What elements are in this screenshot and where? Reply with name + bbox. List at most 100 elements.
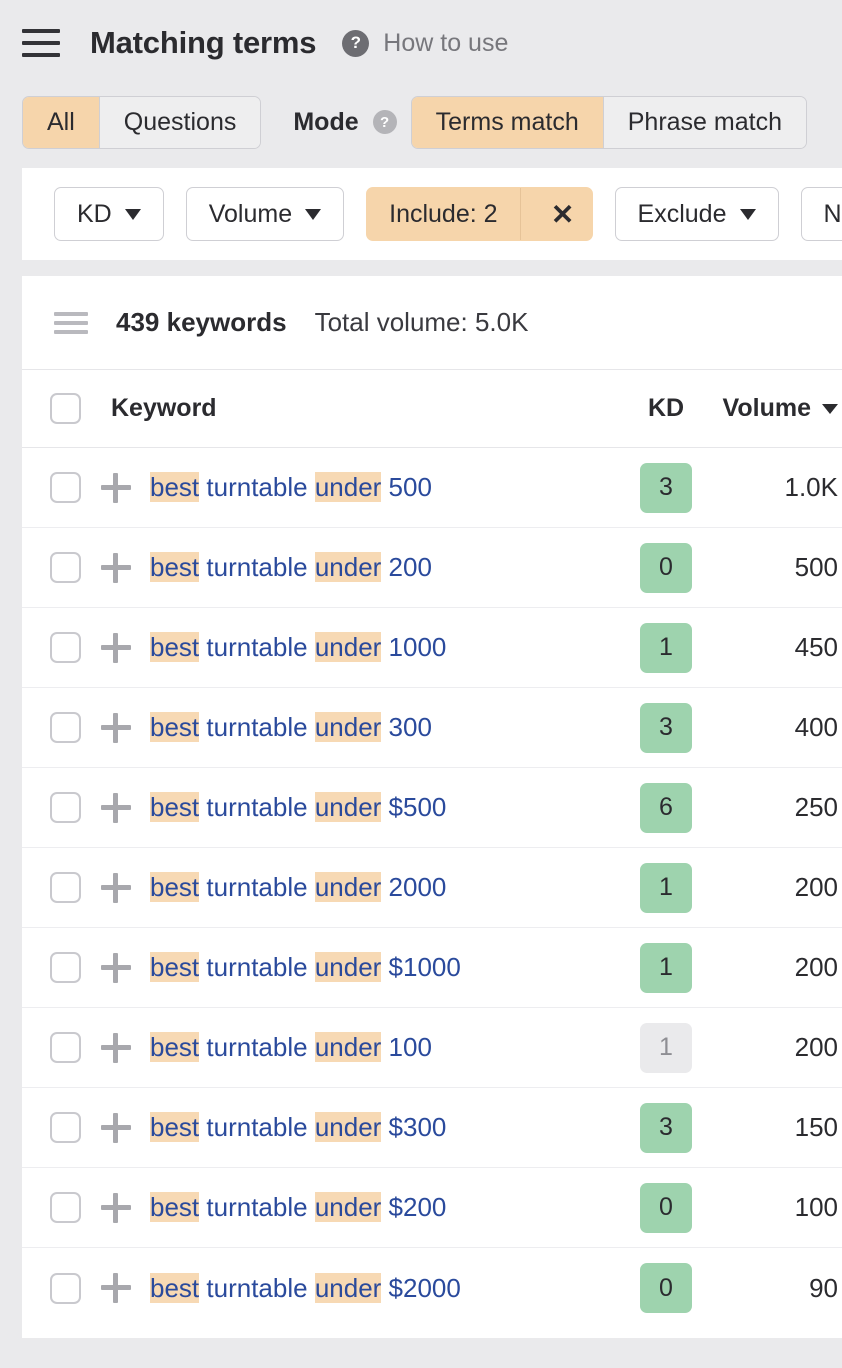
table-row[interactable]: best turntable under $2000090 — [22, 1248, 842, 1328]
volume-cell: 500 — [712, 552, 842, 583]
table-body: best turntable under 50031.0Kbest turnta… — [22, 448, 842, 1328]
add-keyword-plus-icon[interactable] — [101, 953, 131, 983]
tab-terms-match[interactable]: Terms match — [412, 97, 604, 148]
close-x-icon[interactable]: ✕ — [534, 188, 592, 240]
kd-badge: 3 — [640, 703, 692, 753]
keyword-highlight: best — [150, 792, 199, 822]
column-header-volume-label: Volume — [723, 394, 811, 423]
filter-include-chip[interactable]: Include: 2 ✕ — [366, 187, 592, 241]
add-keyword-plus-icon[interactable] — [101, 633, 131, 663]
table-row[interactable]: best turntable under $5006250 — [22, 768, 842, 848]
table-row[interactable]: best turntable under 2000500 — [22, 528, 842, 608]
keyword-highlight: under — [315, 472, 382, 502]
kd-badge: 1 — [640, 623, 692, 673]
keyword-link[interactable]: best turntable under $2000 — [150, 1273, 620, 1304]
keyword-link[interactable]: best turntable under 200 — [150, 552, 620, 583]
keywords-panel: 439 keywords Total volume: 5.0K Keyword … — [22, 276, 842, 1338]
row-checkbox[interactable] — [50, 952, 81, 983]
volume-cell: 200 — [712, 952, 842, 983]
add-keyword-plus-icon[interactable] — [101, 1033, 131, 1063]
keyword-highlight: under — [315, 552, 382, 582]
kd-badge: 0 — [640, 1183, 692, 1233]
table-row[interactable]: best turntable under 3003400 — [22, 688, 842, 768]
tab-all[interactable]: All — [23, 97, 100, 148]
add-keyword-plus-icon[interactable] — [101, 1113, 131, 1143]
select-all-checkbox[interactable] — [50, 393, 81, 424]
keyword-highlight: best — [150, 1112, 199, 1142]
keyword-highlight: under — [315, 1032, 382, 1062]
panel-summary-bar: 439 keywords Total volume: 5.0K — [22, 276, 842, 370]
table-row[interactable]: best turntable under $2000100 — [22, 1168, 842, 1248]
add-keyword-plus-icon[interactable] — [101, 1273, 131, 1303]
row-checkbox[interactable] — [50, 1112, 81, 1143]
table-row[interactable]: best turntable under $10001200 — [22, 928, 842, 1008]
keyword-text — [308, 1192, 315, 1222]
add-keyword-plus-icon[interactable] — [101, 1193, 131, 1223]
keyword-link[interactable]: best turntable under 100 — [150, 1032, 620, 1063]
tab-mode-bar: All Questions Mode ? Terms match Phrase … — [0, 86, 842, 158]
add-keyword-plus-icon[interactable] — [101, 473, 131, 503]
table-row[interactable]: best turntable under 20001200 — [22, 848, 842, 928]
table-row[interactable]: best turntable under 50031.0K — [22, 448, 842, 528]
row-checkbox[interactable] — [50, 552, 81, 583]
keyword-text — [308, 952, 315, 982]
keyword-link[interactable]: best turntable under $300 — [150, 1112, 620, 1143]
row-checkbox[interactable] — [50, 1192, 81, 1223]
add-keyword-plus-icon[interactable] — [101, 793, 131, 823]
column-header-kd[interactable]: KD — [620, 394, 712, 423]
kd-cell: 0 — [620, 543, 712, 593]
row-checkbox[interactable] — [50, 792, 81, 823]
kd-cell: 1 — [620, 1023, 712, 1073]
row-checkbox[interactable] — [50, 872, 81, 903]
keyword-text: turntable — [206, 552, 307, 582]
table-header-row: Keyword KD Volume — [22, 370, 842, 448]
table-row[interactable]: best turntable under 10001450 — [22, 608, 842, 688]
tab-phrase-match[interactable]: Phrase match — [604, 97, 806, 148]
keyword-highlight: under — [315, 1192, 382, 1222]
filter-bar: KD Volume Include: 2 ✕ Exclude N — [22, 168, 842, 260]
kd-badge: 1 — [640, 1023, 692, 1073]
filter-volume-button[interactable]: Volume — [186, 187, 344, 241]
filter-kd-button[interactable]: KD — [54, 187, 164, 241]
keyword-highlight: best — [150, 472, 199, 502]
mode-question-mark-icon[interactable]: ? — [373, 110, 397, 134]
column-header-volume[interactable]: Volume — [712, 394, 842, 423]
row-checkbox[interactable] — [50, 472, 81, 503]
how-to-use-link[interactable]: ? How to use — [342, 29, 508, 58]
add-keyword-plus-icon[interactable] — [101, 553, 131, 583]
keyword-link[interactable]: best turntable under 300 — [150, 712, 620, 743]
keyword-highlight: under — [315, 952, 382, 982]
chevron-down-icon — [740, 209, 756, 220]
table-row[interactable]: best turntable under 100 1 200 — [22, 1008, 842, 1088]
volume-cell: 200 — [712, 1032, 842, 1063]
filter-exclude-button[interactable]: Exclude — [615, 187, 779, 241]
mode-label: Mode — [293, 108, 358, 137]
keyword-link[interactable]: best turntable under $500 — [150, 792, 620, 823]
filter-include-label: Include: 2 — [367, 188, 520, 240]
keyword-text: 300 — [381, 712, 432, 742]
row-checkbox[interactable] — [50, 1273, 81, 1304]
list-view-icon[interactable] — [54, 312, 88, 334]
keyword-text: 1000 — [381, 632, 446, 662]
add-keyword-plus-icon[interactable] — [101, 713, 131, 743]
table-row[interactable]: best turntable under $3003150 — [22, 1088, 842, 1168]
keyword-link[interactable]: best turntable under 1000 — [150, 632, 620, 663]
row-checkbox[interactable] — [50, 1032, 81, 1063]
kd-cell: 0 — [620, 1183, 712, 1233]
add-keyword-plus-icon[interactable] — [101, 873, 131, 903]
kd-cell: 3 — [620, 1103, 712, 1153]
hamburger-icon[interactable] — [22, 29, 60, 57]
row-checkbox[interactable] — [50, 712, 81, 743]
keyword-link[interactable]: best turntable under $1000 — [150, 952, 620, 983]
question-mark-icon[interactable]: ? — [342, 30, 369, 57]
keyword-link[interactable]: best turntable under 500 — [150, 472, 620, 503]
kd-badge: 6 — [640, 783, 692, 833]
tab-questions[interactable]: Questions — [100, 97, 261, 148]
kd-cell: 1 — [620, 623, 712, 673]
kd-badge: 1 — [640, 863, 692, 913]
keyword-link[interactable]: best turntable under 2000 — [150, 872, 620, 903]
column-header-keyword[interactable]: Keyword — [111, 394, 620, 423]
filter-truncated-button[interactable]: N — [801, 187, 842, 241]
keyword-link[interactable]: best turntable under $200 — [150, 1192, 620, 1223]
row-checkbox[interactable] — [50, 632, 81, 663]
